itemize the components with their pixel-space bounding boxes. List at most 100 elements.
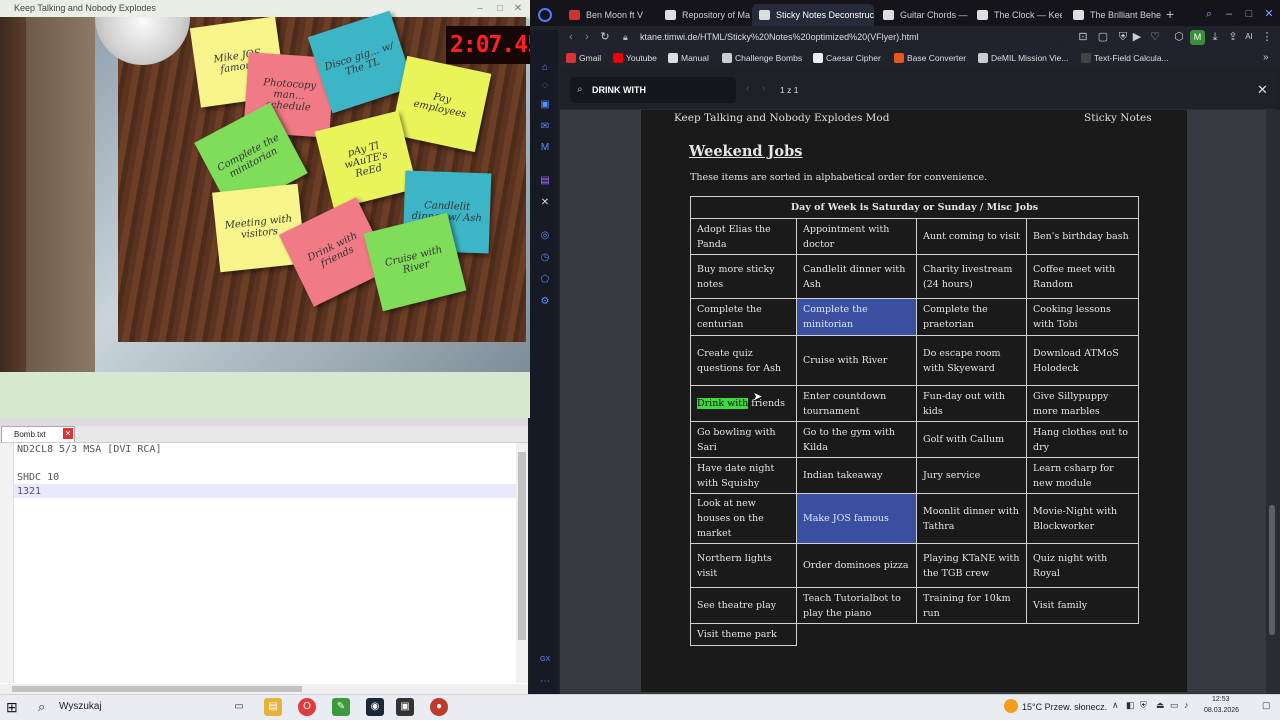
bookmarks-overflow-icon[interactable]: » bbox=[1263, 52, 1269, 63]
notepad-gutter bbox=[0, 443, 14, 683]
file-explorer-icon[interactable]: ▤ bbox=[264, 698, 282, 716]
bookmark-item[interactable]: Text-Field Calcula... bbox=[1081, 53, 1169, 63]
bookmark-item[interactable]: Youtube bbox=[613, 53, 657, 63]
find-match-count: 1 z 1 bbox=[780, 85, 799, 95]
tray-usb-icon[interactable]: ⏏ bbox=[1156, 700, 1165, 711]
clock-date[interactable]: 08.03.2026 bbox=[1204, 707, 1239, 714]
twitch-icon[interactable]: ▤ bbox=[539, 175, 551, 187]
forward-icon[interactable]: › bbox=[580, 29, 594, 45]
sidebar-more-icon[interactable]: ⋯ bbox=[539, 676, 551, 688]
settings-icon[interactable]: ⚙ bbox=[539, 296, 551, 308]
sidebar-home-icon[interactable]: ⌂ bbox=[539, 62, 551, 74]
table-cell: Training for 10km run bbox=[916, 587, 1027, 624]
close-icon[interactable]: ✕ bbox=[508, 0, 528, 17]
weather-text[interactable]: 15°C Przew. słonecz. bbox=[1022, 702, 1107, 712]
table-cell: Quiz night with Royal bbox=[1026, 543, 1139, 588]
browser-tab[interactable]: Guitar Chords — bbox=[876, 4, 968, 26]
table-cell: Coffee meet with Random bbox=[1026, 254, 1139, 299]
notepad-plus-icon[interactable]: ✎ bbox=[332, 698, 350, 716]
opera-icon[interactable]: O bbox=[298, 698, 316, 716]
maximize-icon[interactable]: □ bbox=[490, 0, 510, 17]
bookmark-icon[interactable]: ⊡ bbox=[1076, 29, 1090, 45]
notification-icon[interactable]: ▢ bbox=[1262, 700, 1271, 711]
reload-icon[interactable]: ↻ bbox=[598, 29, 612, 45]
search-tabs-icon[interactable]: ⌕ bbox=[1202, 6, 1216, 22]
tray-app-icon[interactable]: ◧ bbox=[1126, 700, 1135, 711]
page-favicon-icon bbox=[665, 10, 676, 20]
new-tab-icon[interactable]: + bbox=[1166, 6, 1180, 22]
bookmark-item[interactable]: Base Converter bbox=[894, 53, 966, 63]
weather-icon[interactable] bbox=[1004, 699, 1018, 713]
notepad-hscroll-thumb[interactable] bbox=[12, 686, 302, 692]
current-line-highlight bbox=[14, 484, 516, 498]
find-next-icon[interactable]: › bbox=[762, 83, 772, 97]
sidebar-player-icon[interactable]: ◎ bbox=[539, 230, 551, 242]
extensions-icon[interactable]: ⬡ bbox=[1172, 29, 1186, 45]
bookmark-item[interactable]: Gmail bbox=[566, 53, 601, 63]
volume-icon[interactable]: ♪ bbox=[1184, 700, 1189, 710]
sidebar-m-icon[interactable]: M bbox=[539, 142, 551, 154]
sidebar-gx-icon[interactable]: GX bbox=[539, 654, 551, 666]
bookmark-label: Challenge Bombs bbox=[735, 53, 803, 63]
menu-icon[interactable]: ⋮ bbox=[1260, 29, 1274, 45]
x-icon[interactable]: ✕ bbox=[539, 197, 551, 209]
clock-time[interactable]: 12:53 bbox=[1212, 696, 1230, 703]
bookmark-label: Base Converter bbox=[907, 53, 967, 63]
table-cell: Indian takeaway bbox=[796, 457, 917, 494]
cipher-icon bbox=[813, 53, 823, 63]
tab-label: Sticky Notes Deconstruct bbox=[776, 10, 874, 20]
share-icon[interactable]: ⇪ bbox=[1226, 29, 1240, 45]
search-icon[interactable]: ⌕ bbox=[38, 698, 54, 716]
browser-tab[interactable]: The Brilliant Behe bbox=[1066, 4, 1162, 26]
browser-tab[interactable]: The Clock — Kee bbox=[970, 4, 1062, 26]
bookmark-item[interactable]: DeMIL Mission Vie... bbox=[978, 53, 1068, 63]
heart-icon[interactable]: ♡ bbox=[1148, 29, 1162, 45]
back-icon[interactable]: ‹ bbox=[564, 29, 578, 45]
minimize-icon[interactable]: – bbox=[1222, 6, 1236, 22]
windows-start-icon[interactable]: ⊞ bbox=[6, 699, 24, 715]
find-close-icon[interactable]: ✕ bbox=[1257, 82, 1271, 98]
tray-security-icon[interactable]: ⛨ bbox=[1140, 700, 1147, 711]
game-app-icon[interactable]: ▣ bbox=[396, 698, 414, 716]
player-icon[interactable]: ▶ bbox=[1130, 29, 1144, 45]
browser-tab-active[interactable]: Sticky Notes Deconstruct bbox=[752, 4, 874, 26]
adblock-icon[interactable]: ⛨ bbox=[1116, 29, 1130, 45]
network-icon[interactable]: ▭ bbox=[1170, 700, 1179, 711]
steam-icon[interactable]: ◉ bbox=[366, 698, 384, 716]
tray-chevron-icon[interactable]: ∧ bbox=[1112, 700, 1119, 711]
notepad-scroll-thumb[interactable] bbox=[518, 452, 526, 640]
opera-menu-icon[interactable] bbox=[538, 8, 552, 22]
ai-icon[interactable]: AI bbox=[1242, 29, 1256, 45]
game-scene-case-side bbox=[26, 17, 96, 373]
close-icon[interactable]: ✕ bbox=[1262, 6, 1276, 22]
task-view-icon[interactable]: ▭ bbox=[230, 698, 248, 716]
sidebar-pin-icon[interactable]: ⬠ bbox=[539, 274, 551, 286]
history-icon[interactable]: ◷ bbox=[539, 252, 551, 264]
bookmark-item[interactable]: Challenge Bombs bbox=[722, 53, 802, 63]
table-cell: Playing KTaNE with the TGB crew bbox=[916, 543, 1027, 588]
notepad-editor[interactable] bbox=[0, 442, 528, 684]
minimize-icon[interactable]: – bbox=[470, 0, 490, 17]
download-icon[interactable]: ⤓ bbox=[1208, 29, 1222, 45]
page-favicon-icon bbox=[977, 10, 988, 20]
bookmark-item[interactable]: Caesar Cipher bbox=[813, 53, 881, 63]
sidebar-aria-icon[interactable]: ◌ bbox=[539, 80, 551, 92]
bookmark-item[interactable]: Manual bbox=[668, 53, 709, 63]
empty-cell bbox=[1027, 624, 1139, 646]
bookmark-label: DeMIL Mission Vie... bbox=[991, 53, 1069, 63]
find-previous-icon[interactable]: ‹ bbox=[746, 83, 756, 97]
address-bar[interactable]: 🔒︎ ktane.timwi.de/HTML/Sticky%20Notes%20o… bbox=[614, 27, 1064, 47]
sidebar-messenger-icon[interactable]: ✉ bbox=[539, 121, 551, 133]
taskbar-search-label[interactable]: Wyszukaj bbox=[59, 701, 102, 712]
find-input[interactable]: DRINK WITH bbox=[570, 77, 736, 103]
browser-tab[interactable]: Repository of Ma bbox=[658, 4, 750, 26]
sidebar-bag-icon[interactable]: ▣ bbox=[539, 99, 551, 111]
snapshot-icon[interactable]: ▢ bbox=[1096, 29, 1110, 45]
maximize-icon[interactable]: □ bbox=[1242, 6, 1256, 22]
table-cell: Go bowling with Sari bbox=[690, 421, 797, 458]
record-app-icon[interactable]: ● bbox=[430, 698, 448, 716]
page-scroll-thumb[interactable] bbox=[1269, 505, 1275, 635]
close-tab-icon[interactable]: ✕ bbox=[63, 428, 73, 439]
profile-avatar[interactable]: M bbox=[1190, 30, 1205, 45]
browser-tab[interactable]: Ben Moon ft V bbox=[562, 4, 654, 26]
